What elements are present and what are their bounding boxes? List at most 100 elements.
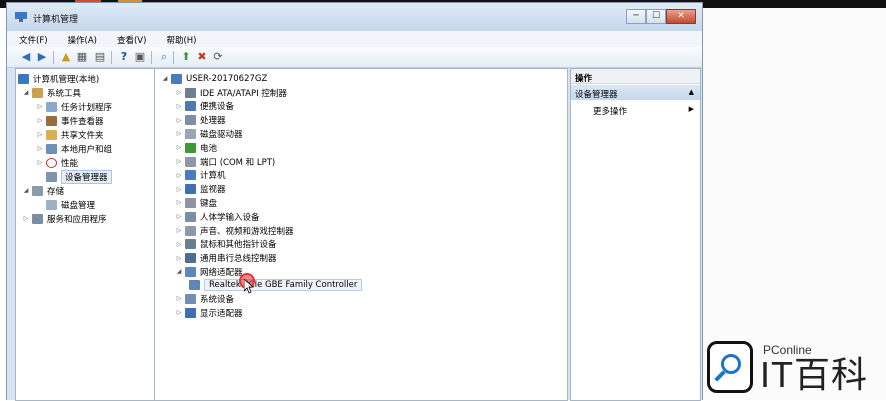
device-category-row[interactable]: ▷ 处理器 <box>175 114 226 127</box>
menu-view[interactable]: 查看(V) <box>105 31 154 47</box>
expand-icon[interactable]: ▷ <box>175 158 183 165</box>
tree-item-event-viewer[interactable]: ▷ 事件查看器 <box>36 114 104 127</box>
expand-icon[interactable]: ▷ <box>36 145 44 152</box>
menu-file[interactable]: 文件(F) <box>7 31 56 47</box>
portable-device-icon <box>185 101 196 112</box>
collapse-icon[interactable]: ◢ <box>175 268 183 275</box>
uninstall-device-icon[interactable]: ⟳ <box>211 50 225 64</box>
computer-management-icon <box>18 73 29 84</box>
device-category-display[interactable]: ▷ 显示适配器 <box>175 306 243 319</box>
expand-icon[interactable]: ▷ <box>175 103 183 110</box>
device-category-row[interactable]: ▷ 电池 <box>175 141 217 154</box>
expand-icon[interactable]: ▷ <box>175 117 183 124</box>
device-category-row[interactable]: ▷ 键盘 <box>175 196 217 209</box>
tree-item-task-scheduler[interactable]: ▷ 任务计划程序 <box>36 100 112 113</box>
expand-icon[interactable]: ▷ <box>175 213 183 220</box>
expand-icon[interactable]: ▷ <box>175 186 183 193</box>
close-button[interactable]: ✕ <box>666 9 696 24</box>
system-device-icon <box>185 293 196 304</box>
device-tree-root-label: USER-20170627GZ <box>186 73 268 84</box>
expand-icon[interactable]: ▷ <box>175 295 183 302</box>
device-category-label: 便携设备 <box>200 102 235 113</box>
expand-icon[interactable]: ▷ <box>175 227 183 234</box>
device-category-label: 键盘 <box>200 198 218 209</box>
collapse-icon[interactable]: ◢ <box>22 187 30 194</box>
title-bar[interactable]: 计算机管理 ─ ☐ ✕ <box>7 3 702 31</box>
update-driver-icon[interactable]: ⬆ <box>179 50 193 64</box>
back-icon[interactable]: ◀ <box>19 50 33 64</box>
expand-icon[interactable]: ▷ <box>175 144 183 151</box>
tree-item-disk-management[interactable]: 磁盘管理 <box>46 198 95 211</box>
expand-icon[interactable]: ▷ <box>175 241 183 248</box>
window-title: 计算机管理 <box>33 15 79 25</box>
computer-icon <box>171 73 182 84</box>
expand-icon[interactable]: ▷ <box>22 215 30 222</box>
up-folder-icon[interactable]: ▲ <box>59 50 73 64</box>
tree-item-shared-folders[interactable]: ▷ 共享文件夹 <box>36 128 104 141</box>
device-category-label: 显示适配器 <box>200 308 243 319</box>
device-category-row[interactable]: ◢ 网络适配器 <box>175 265 243 278</box>
tree-item-local-users[interactable]: ▷ 本地用户和组 <box>36 142 112 155</box>
export-list-icon[interactable]: ▤ <box>93 50 107 64</box>
tree-item-device-manager[interactable]: 设备管理器 <box>46 169 112 184</box>
expand-icon[interactable]: ▷ <box>175 130 183 137</box>
users-icon <box>46 143 57 154</box>
expand-icon[interactable]: ▷ <box>36 117 44 124</box>
more-actions-item[interactable]: 更多操作 <box>593 105 627 117</box>
services-icon <box>32 213 43 224</box>
device-realtek-controller[interactable]: Realtek PCIe GBE Family Controller <box>189 278 363 291</box>
computer-management-icon <box>15 12 27 22</box>
submenu-arrow-icon[interactable]: ▶ <box>689 105 694 113</box>
minimize-button[interactable]: ─ <box>626 9 646 24</box>
menu-action[interactable]: 操作(A) <box>56 31 105 47</box>
device-category-row[interactable]: ▷ 通用串行总线控制器 <box>175 252 277 265</box>
expand-icon[interactable]: ▷ <box>175 89 183 96</box>
toolbar-separator <box>111 51 112 64</box>
disk-icon <box>46 199 57 210</box>
device-category-row[interactable]: ▷ 便携设备 <box>175 100 234 113</box>
collapse-section-icon[interactable]: ▲ <box>689 88 694 96</box>
device-category-row[interactable]: ▷ IDE ATA/ATAPI 控制器 <box>175 86 287 99</box>
menu-help[interactable]: 帮助(H) <box>154 31 204 47</box>
device-category-row[interactable]: ▷ 磁盘驱动器 <box>175 127 243 140</box>
expand-icon[interactable]: ▷ <box>36 131 44 138</box>
actions-header: 操作 <box>571 69 700 84</box>
tree-root[interactable]: 计算机管理(本地) <box>18 72 99 85</box>
toolbar-separator <box>173 51 174 64</box>
expand-icon[interactable]: ▷ <box>175 172 183 179</box>
collapse-icon[interactable]: ◢ <box>161 75 169 82</box>
tools-icon <box>32 87 43 98</box>
scan-hardware-icon[interactable]: ⌕ <box>157 50 171 64</box>
expand-icon[interactable]: ▷ <box>36 159 44 166</box>
expand-icon[interactable]: ▷ <box>36 103 44 110</box>
device-category-row[interactable]: ▷ 监视器 <box>175 183 226 196</box>
show-hide-tree-icon[interactable]: ▦ <box>75 50 89 64</box>
mouse-cursor-icon <box>244 279 254 294</box>
forward-icon[interactable]: ▶ <box>35 50 49 64</box>
device-category-row[interactable]: ▷ 端口 (COM 和 LPT) <box>175 155 275 168</box>
collapse-icon[interactable]: ◢ <box>22 89 30 96</box>
disable-device-icon[interactable]: ✖ <box>195 50 209 64</box>
device-category-row[interactable]: ▷ 人体学输入设备 <box>175 210 260 223</box>
maximize-button[interactable]: ☐ <box>646 9 666 24</box>
actions-section-device-manager[interactable]: 设备管理器 ▲ <box>571 85 700 100</box>
device-category-row[interactable]: ▷ 计算机 <box>175 169 226 182</box>
expand-icon[interactable]: ▷ <box>175 199 183 206</box>
expand-icon[interactable]: ▷ <box>175 255 183 262</box>
properties-icon[interactable]: ▣ <box>133 50 147 64</box>
tree-item-storage[interactable]: ◢ 存储 <box>22 184 64 197</box>
expand-icon[interactable]: ▷ <box>175 309 183 316</box>
device-category-row[interactable]: ▷ 鼠标和其他指针设备 <box>175 238 277 251</box>
computer-icon <box>185 170 196 181</box>
device-category-row[interactable]: ▷ 声音、视频和游戏控制器 <box>175 224 294 237</box>
tree-item-performance[interactable]: ▷ 性能 <box>36 156 78 169</box>
device-category-system[interactable]: ▷ 系统设备 <box>175 292 234 305</box>
device-tree-root[interactable]: ◢ USER-20170627GZ <box>161 72 267 85</box>
device-category-label: 网络适配器 <box>200 267 243 278</box>
tree-item-system-tools[interactable]: ◢ 系统工具 <box>22 86 81 99</box>
port-icon <box>185 156 196 167</box>
tree-item-label: 性能 <box>61 158 79 169</box>
watermark-big-text: IT百科 <box>760 354 868 395</box>
tree-item-services-apps[interactable]: ▷ 服务和应用程序 <box>22 212 107 225</box>
help-icon[interactable]: ? <box>117 50 131 64</box>
